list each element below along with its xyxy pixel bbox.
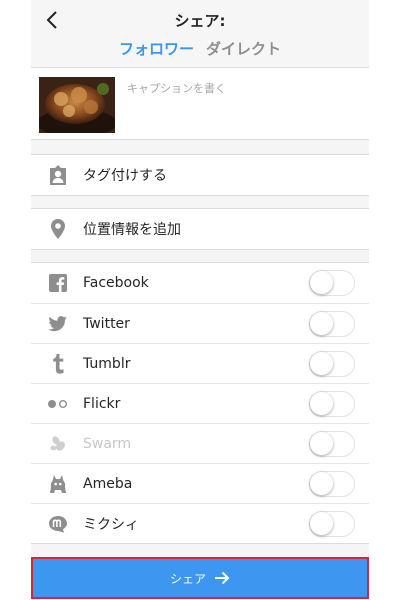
add-location-row[interactable]: 位置情報を追加 — [31, 209, 369, 249]
share-row-facebook: Facebook — [31, 263, 369, 303]
ameba-toggle[interactable] — [309, 471, 355, 497]
share-label-ameba: Ameba — [83, 475, 133, 492]
facebook-icon — [47, 272, 69, 294]
facebook-toggle[interactable] — [309, 270, 355, 296]
mixi-icon — [47, 513, 69, 535]
toggle-knob — [310, 432, 333, 455]
share-label-flickr: Flickr — [83, 395, 121, 412]
share-label-twitter: Twitter — [83, 315, 130, 332]
share-row-ameba: Ameba — [31, 463, 369, 503]
add-location-label: 位置情報を追加 — [83, 222, 181, 238]
ameba-icon — [47, 473, 69, 495]
share-row-tumblr: Tumblr — [31, 343, 369, 383]
caption-input[interactable]: キャプションを書く — [127, 80, 226, 96]
toggle-knob — [310, 312, 333, 335]
tab-direct[interactable]: ダイレクト — [206, 38, 281, 59]
share-row-twitter: Twitter — [31, 303, 369, 343]
location-pin-icon — [47, 218, 69, 240]
arrow-right-icon — [215, 571, 230, 585]
tag-person-icon — [47, 164, 69, 186]
twitter-toggle[interactable] — [309, 311, 355, 337]
mixi-toggle[interactable] — [309, 511, 355, 537]
share-label-swarm: Swarm — [83, 435, 132, 452]
flickr-icon — [47, 393, 69, 415]
toggle-knob — [310, 271, 333, 294]
toggle-knob — [310, 472, 333, 495]
tag-people-row[interactable]: タグ付けする — [31, 155, 369, 195]
tumblr-toggle[interactable] — [309, 351, 355, 377]
post-thumbnail — [39, 77, 115, 133]
page-title: シェア: — [174, 12, 226, 30]
audience-tabs: フォロワー ダイレクト — [31, 38, 369, 59]
tab-followers[interactable]: フォロワー — [119, 38, 194, 59]
share-row-swarm: Swarm — [31, 423, 369, 463]
tumblr-icon — [47, 353, 69, 375]
toggle-knob — [310, 512, 333, 535]
location-card: 位置情報を追加 — [31, 208, 369, 250]
share-label-tumblr: Tumblr — [83, 355, 131, 372]
caption-row: キャプションを書く — [31, 68, 369, 140]
toggle-knob — [310, 392, 333, 415]
header: シェア: フォロワー ダイレクト — [31, 0, 369, 68]
share-button[interactable]: シェア — [31, 557, 369, 599]
share-screen: シェア: フォロワー ダイレクト キャプションを書く タグ付けする 位置情報を追… — [31, 0, 369, 600]
tag-people-label: タグ付けする — [83, 168, 167, 184]
flickr-toggle[interactable] — [309, 391, 355, 417]
toggle-knob — [310, 352, 333, 375]
swarm-toggle[interactable] — [309, 431, 355, 457]
share-row-flickr: Flickr — [31, 383, 369, 423]
share-row-mixi: ミクシィ — [31, 503, 369, 543]
share-label-facebook: Facebook — [83, 275, 149, 291]
share-label-mixi: ミクシィ — [83, 516, 139, 533]
twitter-icon — [47, 313, 69, 335]
tag-people-card: タグ付けする — [31, 154, 369, 196]
share-button-label: シェア — [169, 571, 206, 586]
share-targets-card: Facebook Twitter Tumblr Flickr Swarm Ame… — [31, 262, 369, 544]
swarm-icon — [47, 433, 69, 455]
